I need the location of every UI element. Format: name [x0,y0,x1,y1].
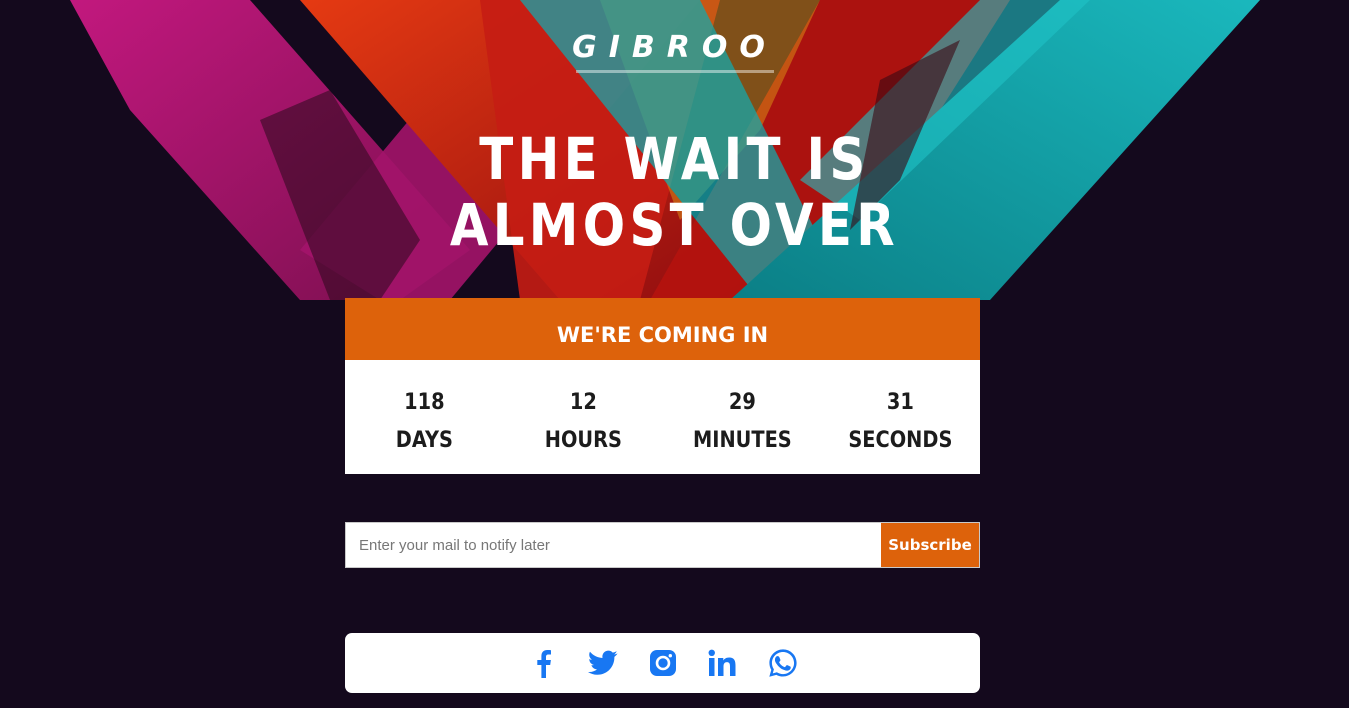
brand-logo[interactable]: GIBROO [0,28,1349,68]
facebook-link[interactable] [528,648,558,678]
instagram-icon [649,650,676,676]
facebook-icon [536,650,551,678]
countdown-seconds-label: SECONDS [848,428,953,453]
countdown-seconds: 31 SECONDS [831,360,971,474]
countdown-hours: 12 HOURS [513,360,653,474]
hero-headline-line-1: THE WAIT IS [479,125,870,193]
countdown-hours-label: HOURS [544,428,622,453]
twitter-link[interactable] [587,648,618,678]
countdown-minutes: 29 MINUTES [672,360,812,474]
subscribe-form: Subscribe [345,522,980,568]
linkedin-link[interactable] [708,648,738,678]
countdown-minutes-value: 29 [728,390,756,415]
countdown-days-value: 118 [404,390,445,415]
countdown-seconds-value: 31 [887,390,915,415]
whatsapp-link[interactable] [768,648,798,678]
social-links-bar [345,633,980,693]
subscribe-button[interactable]: Subscribe [881,523,979,567]
whatsapp-icon [768,649,797,677]
countdown-days-label: DAYS [395,428,453,453]
brand-underline [576,70,774,73]
countdown-header: WE'RE COMING IN [345,298,980,360]
countdown-panel: WE'RE COMING IN 118 DAYS 12 HOURS 29 MIN… [345,298,980,474]
hero-headline-line-2: ALMOST OVER [449,191,900,259]
countdown-days: 118 DAYS [355,360,495,474]
coming-soon-page: GIBROO THE WAIT IS ALMOST OVER WE'RE COM… [0,0,1349,708]
email-input[interactable] [346,523,881,567]
countdown-units: 118 DAYS 12 HOURS 29 MINUTES 31 SECONDS [345,360,980,474]
countdown-hours-value: 12 [569,390,597,415]
countdown-minutes-label: MINUTES [692,428,792,453]
linkedin-icon [708,649,735,676]
instagram-link[interactable] [648,648,678,678]
countdown-header-label: WE'RE COMING IN [556,323,769,347]
twitter-icon [587,650,617,675]
hero-headline: THE WAIT IS ALMOST OVER [94,126,1254,258]
